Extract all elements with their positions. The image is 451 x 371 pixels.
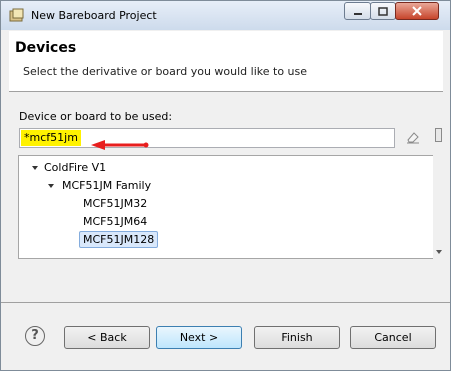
expand-triangle-icon[interactable]: [32, 166, 38, 170]
minimize-button[interactable]: [344, 2, 371, 20]
next-button[interactable]: Next >: [156, 326, 242, 349]
footer-divider: [1, 302, 450, 303]
tree-item[interactable]: MCF51JM Family: [62, 179, 151, 192]
close-icon: [412, 6, 422, 16]
window-title: New Bareboard Project: [31, 9, 157, 22]
tree-item[interactable]: ColdFire V1: [44, 161, 106, 174]
device-search-input[interactable]: *mcf51jm: [19, 128, 395, 148]
help-icon[interactable]: ?: [25, 326, 45, 346]
back-button[interactable]: < Back: [64, 326, 150, 349]
tree-item[interactable]: MCF51JM32: [83, 197, 147, 210]
close-button[interactable]: [395, 2, 439, 20]
tree-item[interactable]: MCF51JM64: [83, 215, 147, 228]
eraser-icon[interactable]: [406, 130, 420, 144]
page-description: Select the derivative or board you would…: [23, 65, 308, 78]
vertical-scrollbar[interactable]: [433, 122, 445, 260]
wizard-header: Devices Select the derivative or board y…: [9, 31, 443, 92]
scrollbar-thumb[interactable]: [435, 128, 442, 142]
expand-triangle-icon[interactable]: [48, 184, 54, 188]
finish-button[interactable]: Finish: [254, 326, 340, 349]
scroll-down-icon[interactable]: [436, 250, 442, 254]
tree-item-selected[interactable]: MCF51JM128: [79, 231, 159, 248]
page-title: Devices: [15, 40, 77, 56]
maximize-button[interactable]: [370, 2, 396, 20]
cancel-button[interactable]: Cancel: [350, 326, 436, 349]
device-search-value: *mcf51jm: [21, 130, 81, 146]
title-bar: New Bareboard Project: [1, 1, 450, 30]
maximize-icon: [378, 6, 388, 16]
device-tree[interactable]: ColdFire V1 MCF51JM Family MCF51JM32 MCF…: [18, 155, 434, 259]
minimize-icon: [353, 13, 362, 15]
app-icon: [9, 8, 24, 22]
left-arrow-annotation-icon: [91, 140, 149, 150]
device-field-label: Device or board to be used:: [19, 110, 173, 123]
new-bareboard-project-dialog: New Bareboard Project Devices Select the…: [0, 0, 451, 371]
